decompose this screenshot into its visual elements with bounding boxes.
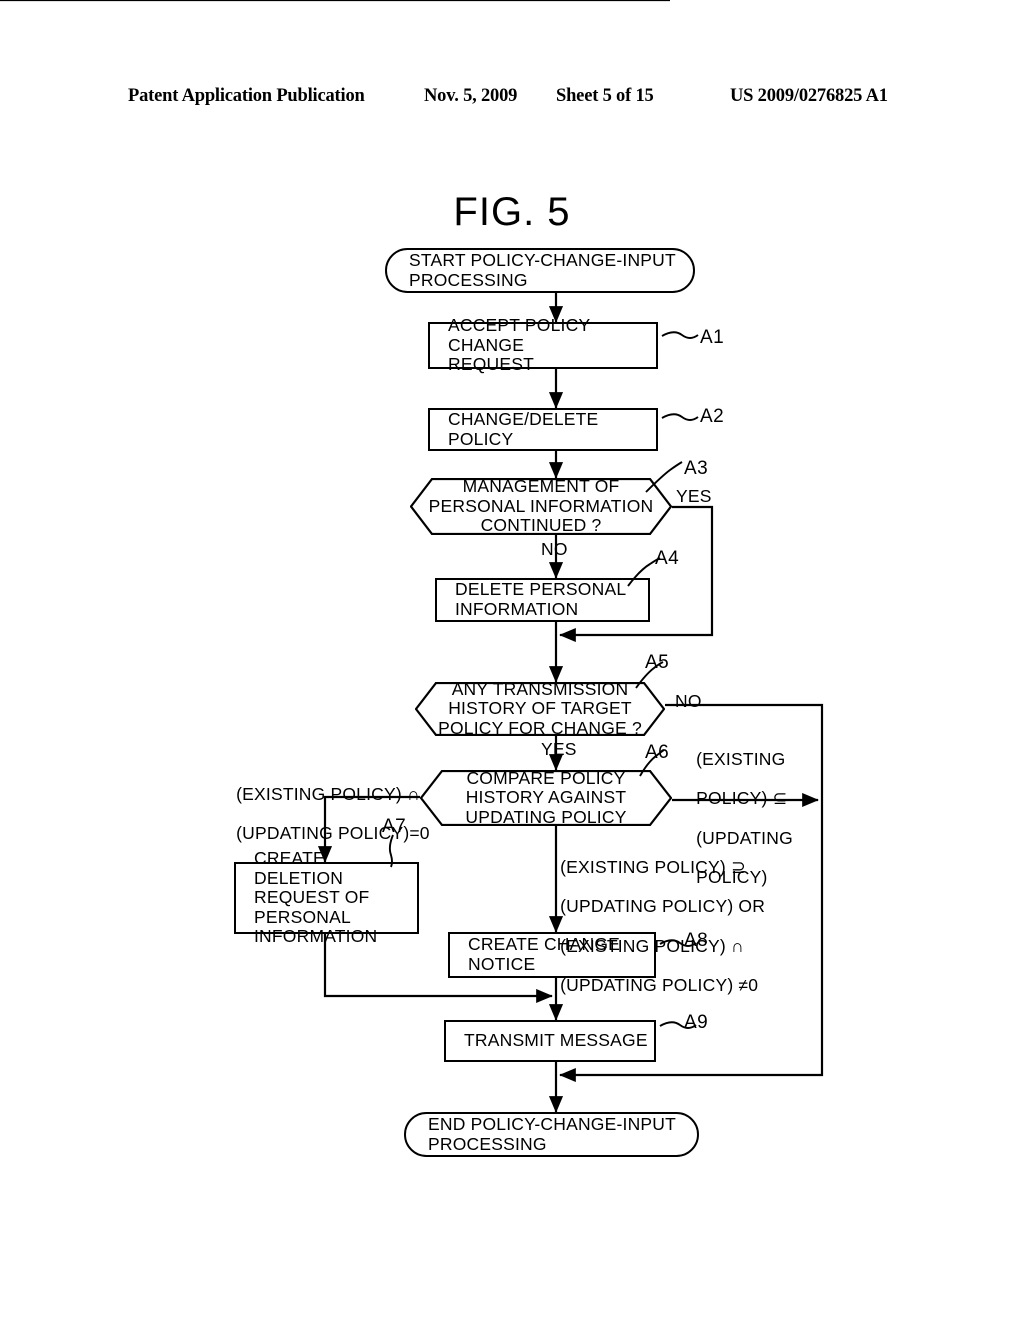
branch-label-a3-yes: YES	[676, 486, 712, 506]
flow-node-a2: CHANGE/DELETE POLICY	[428, 408, 658, 451]
flow-node-end-line2: PROCESSING	[428, 1133, 547, 1154]
flow-node-a1: ACCEPT POLICY CHANGE REQUEST	[428, 315, 658, 374]
flow-node-a1-line2: REQUEST	[448, 354, 534, 375]
step-id-a4: A4	[655, 548, 680, 569]
step-id-a3: A3	[684, 458, 709, 479]
header-publication-label: Patent Application Publication	[128, 86, 365, 106]
branch-label-a6-down-line1: (EXISTING POLICY) ⊇	[560, 856, 746, 877]
figure-title: FIG. 5	[453, 190, 571, 234]
header-date-label: Nov. 5, 2009	[424, 86, 518, 106]
flow-node-a9-line1: TRANSMIT MESSAGE	[464, 1030, 648, 1051]
flow-node-a8: CREATE CHANGE NOTICE	[448, 932, 656, 978]
header-sheet-label: Sheet 5 of 15	[556, 86, 654, 106]
flow-node-end-line1: END POLICY-CHANGE-INPUT	[428, 1113, 677, 1134]
flow-node-a4: DELETE PERSONAL INFORMATION	[435, 578, 650, 622]
flow-node-start-line2: PROCESSING	[409, 269, 528, 290]
branch-label-a6-right-line1: (EXISTING	[696, 748, 786, 769]
branch-label-a5-no: NO	[675, 691, 702, 711]
branch-label-a6-down-line4: (UPDATING POLICY) ≠0	[560, 975, 759, 996]
flow-node-a9: TRANSMIT MESSAGE	[444, 1020, 656, 1062]
flow-node-a7-line1: CREATE DELETION	[254, 848, 344, 888]
flow-node-start: START POLICY-CHANGE-INPUT PROCESSING	[385, 248, 695, 293]
branch-label-a6-right-line2: POLICY) ⊆	[696, 788, 788, 809]
page-header: Patent Application Publication Nov. 5, 2…	[0, 86, 1024, 116]
branch-label-a6-left-line1: (EXISTING POLICY) ∩	[236, 783, 420, 804]
step-id-a2: A2	[700, 406, 725, 427]
flow-node-a2-line1: CHANGE/DELETE POLICY	[448, 408, 599, 449]
step-id-a5: A5	[645, 652, 670, 673]
flow-node-a5-line3: POLICY FOR CHANGE ?	[438, 717, 642, 738]
flow-node-a6-line3: UPDATING POLICY	[465, 806, 627, 827]
flow-node-a7-line3: PERSONAL	[254, 906, 351, 927]
flow-node-start-line1: START POLICY-CHANGE-INPUT	[409, 249, 676, 270]
flow-node-a4-line1: DELETE PERSONAL	[455, 579, 627, 600]
flow-node-end: END POLICY-CHANGE-INPUT PROCESSING	[404, 1112, 699, 1157]
flow-node-a5-line1: ANY TRANSMISSION	[451, 678, 629, 699]
branch-label-a6-down-line2: (UPDATING POLICY) OR	[560, 896, 766, 917]
flow-node-a3: MANAGEMENT OF PERSONAL INFORMATION CONTI…	[410, 476, 672, 536]
flow-node-a1-line1: ACCEPT POLICY CHANGE	[448, 315, 591, 355]
flow-node-a3-line3: CONTINUED ?	[480, 515, 602, 536]
step-id-a7: A7	[382, 816, 407, 837]
flow-node-a4-line2: INFORMATION	[455, 599, 579, 619]
flow-node-a8-line1: CREATE CHANGE	[468, 934, 621, 955]
flow-node-a7-line4: INFORMATION	[254, 926, 378, 947]
flow-node-a6-line2: HISTORY AGAINST	[465, 787, 627, 808]
flow-node-a5: ANY TRANSMISSION HISTORY OF TARGET POLIC…	[415, 678, 665, 738]
flow-node-a5-line2: HISTORY OF TARGET	[448, 698, 632, 719]
flow-node-a7-line2: REQUEST OF	[254, 887, 370, 908]
step-id-a8: A8	[684, 930, 709, 951]
flow-node-a3-line1: MANAGEMENT OF	[462, 476, 620, 497]
flow-node-a7: CREATE DELETION REQUEST OF PERSONAL INFO…	[234, 848, 419, 946]
flow-node-a6: COMPARE POLICY HISTORY AGAINST UPDATING …	[420, 767, 672, 827]
step-id-a6: A6	[645, 742, 670, 763]
step-id-a9: A9	[684, 1012, 709, 1033]
flow-node-a8-line2: NOTICE	[468, 954, 536, 974]
flow-node-a6-line1: COMPARE POLICY	[466, 767, 626, 788]
step-id-a1: A1	[700, 327, 725, 348]
branch-label-a3-no: NO	[541, 539, 568, 559]
header-patent-number: US 2009/0276825 A1	[730, 86, 888, 106]
branch-label-a5-yes: YES	[541, 739, 577, 759]
flow-node-a3-line2: PERSONAL INFORMATION	[428, 495, 654, 516]
